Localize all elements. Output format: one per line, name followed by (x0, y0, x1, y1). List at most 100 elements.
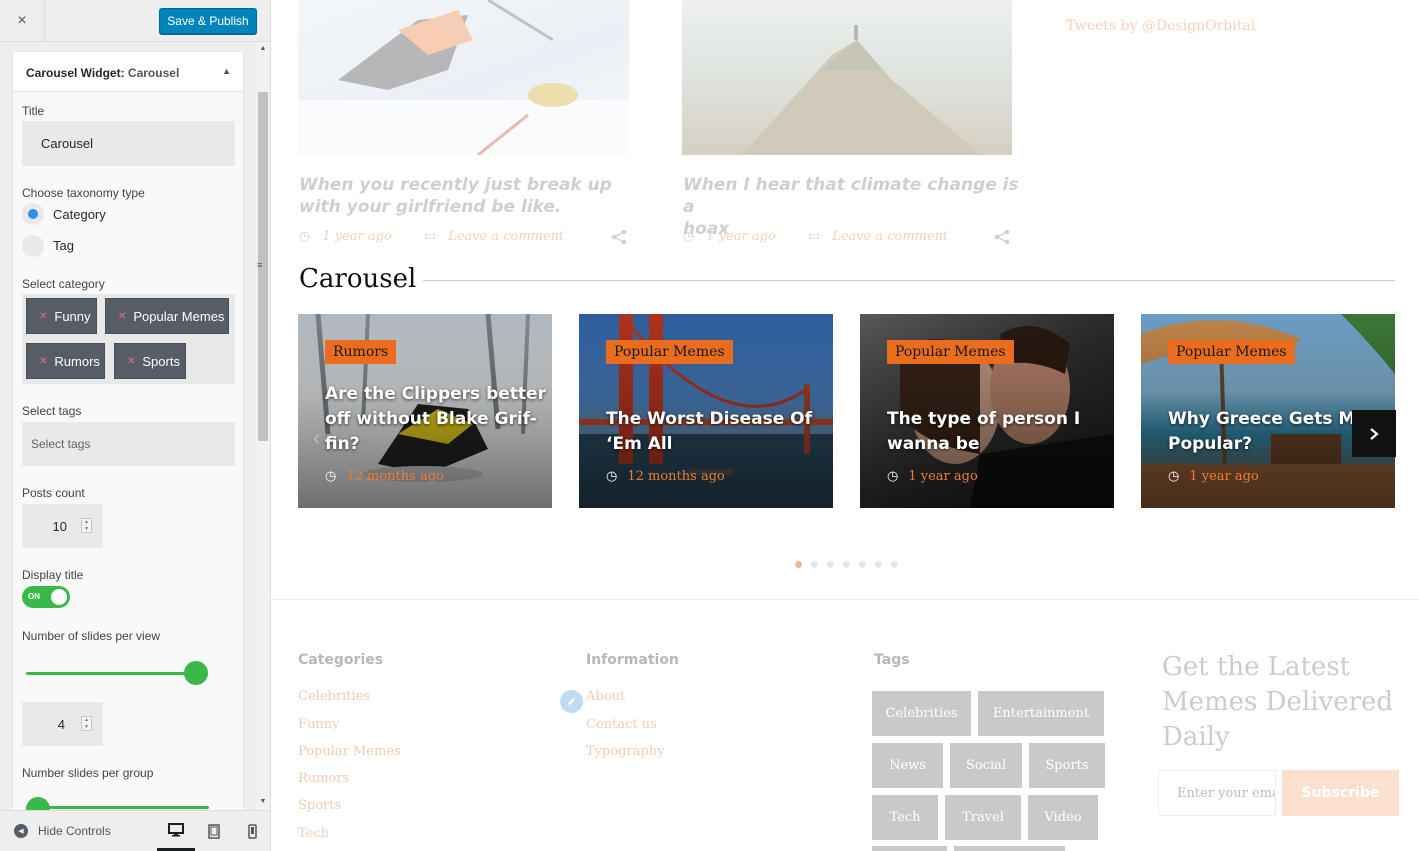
slides-per-group-slider[interactable] (26, 806, 209, 809)
mobile-preview-button[interactable] (233, 811, 271, 851)
slide-title[interactable]: The type of person I wanna be (887, 407, 1080, 457)
posts-count-stepper[interactable]: 10 ▲ ▼ (22, 504, 103, 548)
slide-time[interactable]: 12 months ago (346, 469, 444, 484)
footer-tag-button[interactable]: Entertainment (978, 691, 1104, 736)
slides-per-view-stepper[interactable]: 4 ▲ ▼ (22, 702, 103, 746)
footer-info-link[interactable]: About (586, 689, 625, 704)
post-title-line: with your girlfriend be like. (299, 197, 562, 217)
stepper-arrows-icon[interactable]: ▲ ▼ (81, 716, 92, 731)
post-image[interactable] (298, 0, 629, 155)
clock-icon: ◷ (325, 469, 337, 484)
footer-tag-button[interactable]: Celebrities (872, 691, 971, 736)
carousel-dot[interactable] (859, 561, 866, 568)
slide-time[interactable]: 12 months ago (627, 469, 725, 484)
slide-category-badge[interactable]: Popular Memes (887, 340, 1014, 364)
footer-category-link[interactable]: Tech (298, 826, 329, 841)
remove-icon[interactable]: ✕ (39, 311, 47, 322)
carousel-slide[interactable]: Popular Memes The Worst Disease Of ‘Em A… (579, 314, 833, 508)
slide-category-badge[interactable]: Popular Memes (606, 340, 733, 364)
footer-category-link[interactable]: Popular Memes (298, 744, 401, 759)
collapse-arrow-icon[interactable]: ▲ (222, 66, 231, 76)
carousel-slide[interactable]: Popular Memes The type of person I wanna… (860, 314, 1114, 508)
footer-tag-button[interactable]: News (872, 743, 943, 788)
close-customizer-button[interactable]: × (0, 0, 45, 42)
carousel-dot[interactable] (843, 561, 850, 568)
hide-controls-button[interactable]: ◀ Hide Controls (14, 824, 111, 838)
footer-tag-button[interactable]: Travel (945, 795, 1021, 840)
tablet-icon (208, 824, 220, 839)
radio-category[interactable] (22, 203, 44, 225)
title-input[interactable]: Carousel (22, 121, 235, 166)
subscribe-button[interactable]: Subscribe (1282, 770, 1399, 816)
comment-icon: ▭ (807, 229, 821, 244)
stepper-arrows-icon[interactable]: ▲ ▼ (81, 518, 92, 533)
post-meta: ◷ 1 year ago ▭ Leave a comment (683, 229, 948, 244)
slides-per-view-slider[interactable] (26, 672, 196, 675)
category-chip[interactable]: ✕ Popular Memes (105, 298, 229, 334)
widget-header[interactable]: Carousel Widget: Carousel ▲ (13, 52, 243, 92)
footer-tag-button[interactable]: Video (1028, 795, 1098, 840)
slides-per-view-slider-handle[interactable] (184, 661, 208, 685)
post-time[interactable]: 1 year ago (706, 229, 775, 244)
slide-title[interactable]: Are the Clippers better off without Blak… (325, 382, 546, 457)
slide-time[interactable]: 1 year ago (1189, 469, 1258, 484)
footer-category-link[interactable]: Rumors (298, 771, 349, 786)
clock-icon: ◷ (887, 469, 899, 484)
slide-title[interactable]: Why Greece Gets Mo Popular? (1168, 407, 1367, 457)
tags-input[interactable]: Select tags (22, 422, 235, 466)
edit-shortcut-button[interactable] (560, 690, 583, 713)
remove-icon[interactable]: ✕ (127, 356, 135, 367)
desktop-preview-button[interactable] (157, 811, 195, 851)
carousel-dot[interactable] (891, 561, 898, 568)
carousel-dot[interactable] (875, 561, 882, 568)
email-placeholder: Enter your email (1177, 785, 1275, 801)
slide-meta: ◷ 12 months ago (325, 469, 444, 484)
radio-tag[interactable] (22, 235, 44, 257)
share-icon[interactable] (611, 229, 627, 245)
remove-icon[interactable]: ✕ (39, 356, 47, 367)
carousel-next-button[interactable] (1352, 410, 1396, 457)
post-title[interactable]: When you recently just break up with you… (299, 174, 629, 218)
chip-label: Popular Memes (133, 308, 225, 324)
post-time[interactable]: 1 year ago (322, 229, 391, 244)
slide-title-line: wanna be (887, 434, 980, 454)
save-publish-button[interactable]: Save & Publish (159, 8, 257, 34)
clock-icon: ◷ (299, 229, 311, 244)
slide-title[interactable]: The Worst Disease Of ‘Em All (606, 407, 812, 457)
share-icon[interactable] (994, 229, 1010, 245)
footer-tag-button[interactable]: Social (950, 743, 1022, 788)
carousel-dot[interactable] (811, 561, 818, 568)
leave-comment-link[interactable]: Leave a comment (448, 229, 564, 244)
carousel-prev-icon[interactable]: ‹ (313, 425, 320, 451)
tablet-preview-button[interactable] (195, 811, 233, 851)
footer-category-link[interactable]: Sports (298, 798, 341, 813)
carousel-dot[interactable] (795, 561, 802, 568)
leave-comment-link[interactable]: Leave a comment (832, 229, 948, 244)
carousel-dot[interactable] (827, 561, 834, 568)
category-chip[interactable]: ✕ Rumors (26, 343, 105, 379)
footer-info-link[interactable]: Typography (586, 744, 665, 759)
footer-tag-button-partial[interactable] (872, 846, 947, 851)
slide-meta: ◷ 1 year ago (887, 469, 978, 484)
category-chip[interactable]: ✕ Funny (26, 298, 97, 334)
carousel-slide[interactable]: Rumors Are the Clippers better off witho… (298, 314, 552, 508)
newsletter-email-input[interactable]: Enter your email (1158, 770, 1276, 816)
footer-info-link[interactable]: Contact us (586, 717, 657, 732)
twitter-timeline-link[interactable]: Tweets by @DesignOrbital (1066, 18, 1255, 34)
scroll-down-icon[interactable]: ▼ (258, 798, 268, 805)
remove-icon[interactable]: ✕ (118, 311, 126, 322)
scroll-up-icon[interactable]: ▲ (258, 45, 268, 52)
footer-tag-button-partial[interactable] (954, 846, 1065, 851)
category-chip[interactable]: ✕ Sports (114, 343, 186, 379)
footer-category-link[interactable]: Funny (298, 717, 339, 732)
resize-grip-icon[interactable]: ≡ (257, 260, 262, 270)
slide-category-badge[interactable]: Rumors (325, 340, 397, 364)
display-title-toggle[interactable]: ON (22, 586, 70, 608)
footer-category-link[interactable]: Celebrities (298, 689, 370, 704)
footer-tag-button[interactable]: Sports (1029, 743, 1105, 788)
footer-tag-button[interactable]: Tech (872, 795, 938, 840)
slide-category-badge[interactable]: Popular Memes (1168, 340, 1295, 364)
radio-tag-label: Tag (53, 238, 74, 253)
post-image[interactable] (682, 0, 1012, 155)
slide-time[interactable]: 1 year ago (908, 469, 977, 484)
